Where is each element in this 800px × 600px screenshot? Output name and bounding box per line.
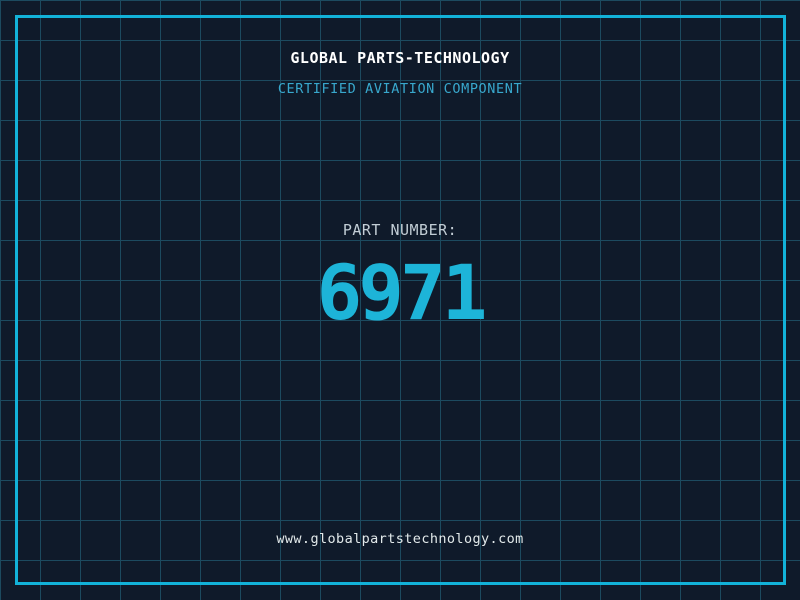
certification-subtitle: CERTIFIED AVIATION COMPONENT bbox=[0, 81, 800, 97]
part-number-label: PART NUMBER: bbox=[0, 221, 800, 239]
website-url: www.globalpartstechnology.com bbox=[0, 531, 800, 547]
part-number-value: 6971 bbox=[0, 255, 800, 331]
company-title: GLOBAL PARTS-TECHNOLOGY bbox=[0, 49, 800, 67]
